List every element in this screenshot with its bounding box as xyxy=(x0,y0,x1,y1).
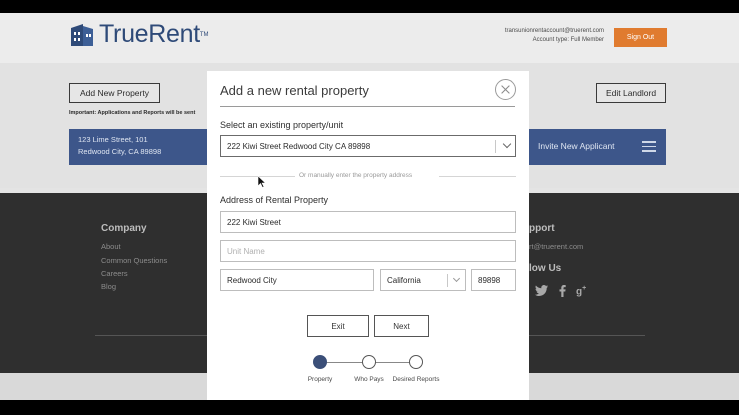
step-label-who-pays: Who Pays xyxy=(354,376,384,383)
trademark: TM xyxy=(199,31,209,38)
step-dot-desired-reports xyxy=(409,355,423,369)
state-select-divider xyxy=(447,274,448,287)
state-value: California xyxy=(387,275,421,285)
exit-button[interactable]: Exit xyxy=(307,315,369,337)
select-divider xyxy=(495,140,496,153)
twitter-icon[interactable] xyxy=(535,285,548,299)
facebook-icon[interactable] xyxy=(559,285,566,300)
letterbox-top xyxy=(0,0,739,13)
footer-link-common-questions[interactable]: Common Questions xyxy=(101,256,167,265)
follow-us-heading: low Us xyxy=(529,263,562,274)
property-street: 123 Lime Street, 101 xyxy=(78,135,148,144)
close-icon[interactable] xyxy=(495,79,516,100)
building-logo-icon xyxy=(69,22,95,48)
letterbox-bottom xyxy=(0,400,739,415)
unit-name-input[interactable]: Unit Name xyxy=(220,240,516,262)
sign-out-button[interactable]: Sign Out xyxy=(614,28,667,47)
property-address: 123 Lime Street, 101 Redwood City, CA 89… xyxy=(78,134,161,158)
add-property-modal: Add a new rental property Select an exis… xyxy=(207,71,529,400)
step-label-property: Property xyxy=(307,376,333,383)
account-info: transunionrentaccount@truerent.com Accou… xyxy=(505,27,604,45)
city-input[interactable]: Redwood City xyxy=(220,269,374,291)
rental-address-label: Address of Rental Property xyxy=(220,195,329,205)
support-heading: pport xyxy=(529,223,555,234)
truerent-logo[interactable]: TrueRent TM xyxy=(69,20,209,49)
account-email: transunionrentaccount@truerent.com xyxy=(504,28,604,34)
manual-entry-hint: Or manually enter the property address xyxy=(299,172,413,179)
invite-new-applicant-button[interactable]: Invite New Applicant xyxy=(538,141,615,151)
existing-property-value: 222 Kiwi Street Redwood City CA 89898 xyxy=(227,141,371,151)
state-select[interactable]: California xyxy=(380,269,466,291)
chevron-down-icon xyxy=(452,274,461,283)
account-type: Account type: Full Member xyxy=(532,37,604,43)
existing-property-select[interactable]: 222 Kiwi Street Redwood City CA 89898 xyxy=(220,135,516,157)
or-divider-right xyxy=(439,176,516,177)
hamburger-menu-icon[interactable] xyxy=(642,141,656,152)
property-city: Redwood City, CA 89898 xyxy=(78,147,162,156)
step-dot-who-pays xyxy=(362,355,376,369)
site-header: TrueRent TM transunionrentaccount@truere… xyxy=(0,13,739,63)
support-email-link[interactable]: rt@truerent.com xyxy=(529,242,583,251)
important-note: Important: Applications and Reports will… xyxy=(69,110,196,116)
chevron-down-icon xyxy=(502,139,512,149)
footer-link-blog[interactable]: Blog xyxy=(101,282,116,291)
modal-title: Add a new rental property xyxy=(220,83,369,98)
footer-link-careers[interactable]: Careers xyxy=(101,269,128,278)
footer-link-about[interactable]: About xyxy=(101,242,121,251)
company-heading: Company xyxy=(101,223,147,234)
brand-name: TrueRent xyxy=(99,20,200,48)
next-button[interactable]: Next xyxy=(374,315,429,337)
add-new-property-button[interactable]: Add New Property xyxy=(69,83,160,103)
mouse-cursor-icon xyxy=(257,175,267,188)
google-plus-icon[interactable]: g+ xyxy=(576,285,586,297)
existing-property-label: Select an existing property/unit xyxy=(220,120,344,130)
edit-landlord-button[interactable]: Edit Landlord xyxy=(596,83,666,103)
step-dot-property xyxy=(313,355,327,369)
step-label-desired-reports: Desired Reports xyxy=(392,376,440,383)
zip-code-input[interactable]: 89898 xyxy=(471,269,516,291)
street-address-input[interactable]: 222 Kiwi Street xyxy=(220,211,516,233)
title-divider xyxy=(220,106,515,107)
